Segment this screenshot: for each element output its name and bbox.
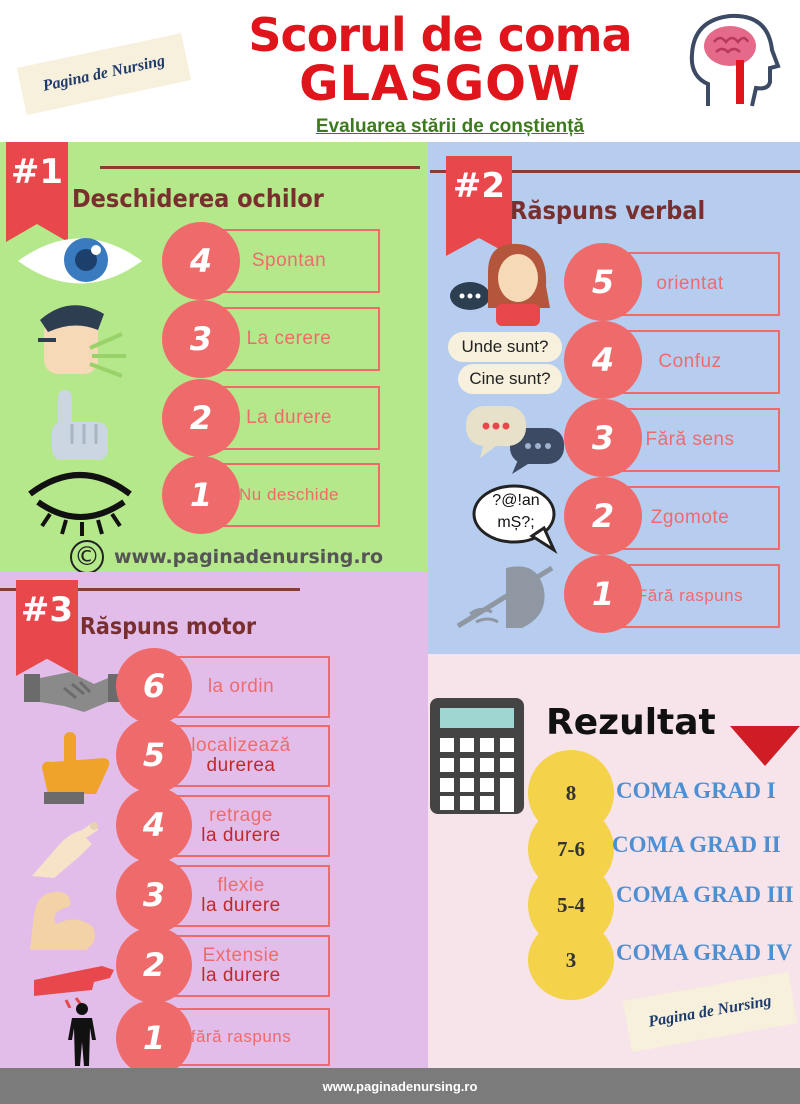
footer: www.paginadenursing.ro — [0, 1068, 800, 1104]
panel1-rule — [100, 166, 420, 169]
title-line-2: GLASGOW — [299, 56, 581, 112]
score-circle: 4 — [116, 787, 192, 863]
head-brain-icon — [678, 6, 788, 116]
chat-bubbles-icon — [462, 402, 566, 476]
handshake-icon — [24, 666, 124, 716]
page-subtitle: Evaluarea stării de conștiență — [315, 116, 585, 137]
footer-url[interactable]: www.paginadenursing.ro — [323, 1079, 478, 1094]
section3-title: Răspuns motor — [80, 614, 257, 640]
shouting-person-icon — [30, 300, 130, 380]
page-title: Scorul de coma GLASGOW — [200, 12, 680, 108]
banner-text: Pagina de Nursing — [647, 992, 773, 1031]
bubble-who: Cine sunt? — [458, 364, 562, 394]
watermark: © www.paginadenursing.ro — [70, 540, 383, 574]
score-circle: 6 — [116, 648, 192, 724]
score-circle: 2 — [564, 477, 642, 555]
eye-closed-icon — [24, 470, 136, 536]
score-circle: 1 — [116, 1000, 192, 1076]
result-title: Rezultat — [546, 702, 716, 743]
score-circle: 1 — [162, 456, 240, 534]
copyright-icon: © — [70, 540, 104, 574]
eye-open-icon — [14, 226, 146, 296]
bubble-where: Unde sunt? — [448, 332, 562, 362]
score-circle: 5 — [116, 717, 192, 793]
score-circle: 4 — [564, 321, 642, 399]
garbled-bubble-icon: ?@!an mȘ?; — [470, 482, 564, 554]
score-circle: 4 — [162, 222, 240, 300]
woman-speaking-icon — [448, 242, 556, 328]
watermark-text: www.paginadenursing.ro — [114, 546, 384, 568]
garble-line-2: mȘ?; — [497, 514, 535, 531]
extended-arm-icon — [32, 960, 116, 1009]
section1-title: Deschiderea ochilor — [72, 184, 324, 213]
flexed-arm-icon — [26, 884, 102, 956]
muted-icon — [452, 556, 562, 638]
pinch-hand-icon — [28, 816, 104, 880]
pointing-up-hand-icon — [34, 730, 114, 806]
grade-label: COMA GRAD IV — [616, 940, 793, 965]
garble-line-1: ?@!an — [492, 492, 540, 509]
body-silhouette-icon — [62, 1002, 102, 1068]
title-line-1: Scorul de coma — [248, 8, 632, 62]
score-circle: 2 — [116, 927, 192, 1003]
grade-score: 3 — [528, 920, 614, 1000]
score-circle: 3 — [116, 857, 192, 933]
grade-label: COMA GRAD III — [616, 882, 794, 907]
calculator-icon — [428, 696, 526, 816]
pointing-hand-icon — [46, 384, 116, 464]
score-circle: 3 — [162, 300, 240, 378]
question-bubbles-icon: Unde sunt? Cine sunt? — [446, 330, 564, 396]
score-circle: 1 — [564, 555, 642, 633]
grade-label: COMA GRAD II — [612, 832, 781, 857]
score-circle: 3 — [564, 399, 642, 477]
score-circle: 2 — [162, 379, 240, 457]
section2-title: Răspuns verbal — [510, 196, 706, 225]
grade-label: COMA GRAD I — [616, 778, 776, 803]
score-circle: 5 — [564, 243, 642, 321]
